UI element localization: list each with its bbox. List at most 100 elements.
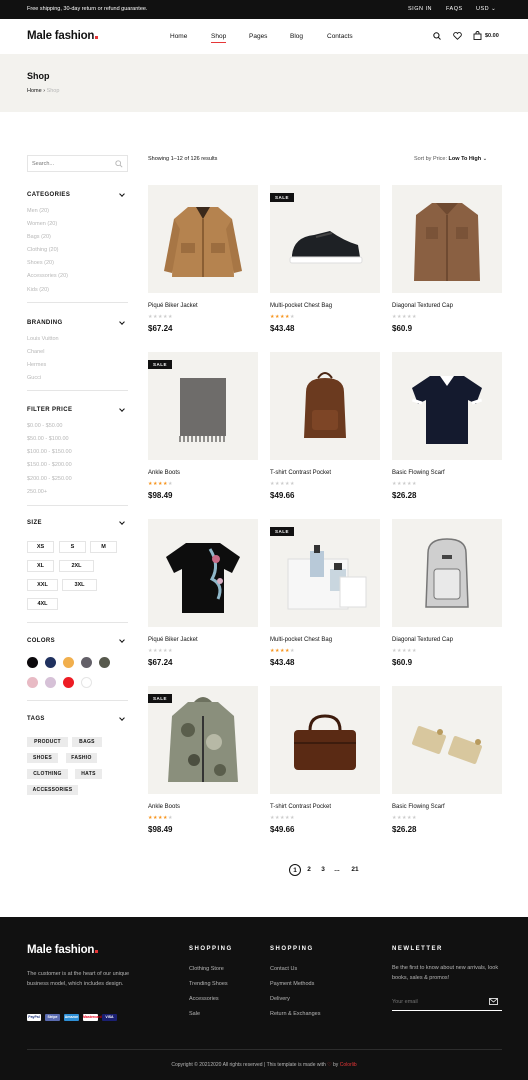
chevron-down-icon[interactable] [119, 406, 125, 412]
color-swatch[interactable] [27, 657, 38, 668]
chevron-down-icon[interactable] [119, 519, 125, 525]
color-swatch[interactable] [99, 657, 110, 668]
footer-logo[interactable]: Male fashion [27, 944, 99, 956]
page-link[interactable]: 2 [303, 864, 315, 876]
color-swatch[interactable] [63, 657, 74, 668]
newsletter-email-input[interactable] [392, 997, 482, 1007]
footer-link[interactable]: Clothing Store [189, 966, 224, 972]
product-image[interactable] [392, 519, 502, 627]
product-name[interactable]: Ankle Boots [148, 470, 180, 476]
page-link[interactable]: 21 [349, 864, 361, 876]
heart-icon[interactable] [453, 32, 462, 40]
currency-selector[interactable]: USD ⌄ [476, 6, 496, 12]
product-image[interactable] [392, 686, 502, 794]
tag-chip[interactable]: BAGS [72, 737, 102, 747]
size-option[interactable]: 2XL [59, 560, 94, 572]
product-image[interactable] [148, 519, 258, 627]
product-image[interactable]: SALE [270, 519, 380, 627]
price-range-item[interactable]: $200.00 - $250.00 [27, 476, 72, 482]
tag-chip[interactable]: HATS [75, 769, 102, 779]
price-range-item[interactable]: $50.00 - $100.00 [27, 436, 69, 442]
search-icon[interactable] [433, 32, 441, 40]
brand-item[interactable]: Gucci [27, 375, 41, 381]
chevron-down-icon[interactable] [119, 637, 125, 643]
chevron-down-icon[interactable] [119, 319, 125, 325]
size-option[interactable]: XXL [27, 579, 58, 591]
footer-link[interactable]: Payment Methods [270, 981, 314, 987]
tag-chip[interactable]: SHOES [27, 753, 58, 763]
product-name[interactable]: Diagonal Textured Cap [392, 637, 453, 643]
page-link[interactable]: 3 [317, 864, 329, 876]
product-name[interactable]: T-shirt Contrast Pocket [270, 804, 331, 810]
color-swatch[interactable] [81, 657, 92, 668]
chevron-down-icon[interactable] [119, 191, 125, 197]
price-range-item[interactable]: $150.00 - $200.00 [27, 462, 72, 468]
author-link[interactable]: Colorlib [340, 1062, 357, 1068]
category-item[interactable]: Men (20) [27, 208, 49, 214]
search-icon[interactable] [115, 160, 123, 168]
page-link-current[interactable]: 1 [289, 864, 301, 876]
price-range-item[interactable]: 250.00+ [27, 489, 47, 495]
branding-heading[interactable]: BRANDING [27, 320, 63, 326]
product-image[interactable] [392, 352, 502, 460]
footer-link[interactable]: Accessories [189, 996, 219, 1002]
categories-heading[interactable]: CATEGORIES [27, 192, 70, 198]
tags-heading[interactable]: TAGS [27, 716, 45, 722]
product-image[interactable] [148, 185, 258, 293]
product-name[interactable]: T-shirt Contrast Pocket [270, 470, 331, 476]
category-item[interactable]: Kids (20) [27, 287, 49, 293]
footer-link[interactable]: Contact Us [270, 966, 297, 972]
color-swatch[interactable] [81, 677, 92, 688]
nav-shop[interactable]: Shop [211, 33, 227, 43]
color-swatch[interactable] [45, 657, 56, 668]
footer-link[interactable]: Trending Shoes [189, 981, 228, 987]
nav-contacts[interactable]: Contacts [327, 33, 353, 40]
brand-item[interactable]: Louis Vuitton [27, 336, 59, 342]
color-swatch[interactable] [63, 677, 74, 688]
color-swatch[interactable] [27, 677, 38, 688]
colors-heading[interactable]: COLORS [27, 638, 55, 644]
sign-in-link[interactable]: SIGN IN [408, 6, 432, 12]
envelope-icon[interactable] [489, 998, 498, 1005]
product-image[interactable] [392, 185, 502, 293]
category-item[interactable]: Shoes (20) [27, 260, 54, 266]
product-name[interactable]: Multi-pocket Chest Bag [270, 637, 332, 643]
category-item[interactable]: Clothing (20) [27, 247, 59, 253]
product-name[interactable]: Piqué Biker Jacket [148, 637, 198, 643]
product-image[interactable] [270, 686, 380, 794]
nav-pages[interactable]: Pages [249, 33, 267, 40]
category-item[interactable]: Accessories (20) [27, 273, 68, 279]
sort-dropdown[interactable]: Sort by Price: Low To High ⌄ [414, 156, 487, 162]
tag-chip[interactable]: ACCESSORIES [27, 785, 78, 795]
footer-link[interactable]: Delivery [270, 996, 290, 1002]
nav-home[interactable]: Home [170, 33, 187, 40]
color-swatch[interactable] [45, 677, 56, 688]
category-item[interactable]: Bags (20) [27, 234, 51, 240]
size-heading[interactable]: SIZE [27, 520, 42, 526]
price-range-item[interactable]: $0.00 - $50.00 [27, 423, 62, 429]
size-option[interactable]: M [90, 541, 117, 553]
brand-item[interactable]: Chanel [27, 349, 44, 355]
product-name[interactable]: Piqué Biker Jacket [148, 303, 198, 309]
tag-chip[interactable]: PRODUCT [27, 737, 68, 747]
product-image[interactable]: SALE [148, 686, 258, 794]
footer-link[interactable]: Return & Exchanges [270, 1011, 320, 1017]
size-option[interactable]: S [59, 541, 86, 553]
faqs-link[interactable]: FAQS [446, 6, 463, 12]
brand-item[interactable]: Hermes [27, 362, 46, 368]
size-option[interactable]: 3XL [62, 579, 97, 591]
product-name[interactable]: Ankle Boots [148, 804, 180, 810]
site-logo[interactable]: Male fashion [27, 30, 99, 42]
product-image[interactable]: SALE [148, 352, 258, 460]
price-range-item[interactable]: $100.00 - $150.00 [27, 449, 72, 455]
nav-blog[interactable]: Blog [290, 33, 303, 40]
product-name[interactable]: Multi-pocket Chest Bag [270, 303, 332, 309]
chevron-down-icon[interactable] [119, 715, 125, 721]
footer-link[interactable]: Sale [189, 1011, 200, 1017]
tag-chip[interactable]: CLOTHING [27, 769, 68, 779]
shopping-bag-icon[interactable] [473, 31, 482, 40]
product-image[interactable]: SALE [270, 185, 380, 293]
tag-chip[interactable]: FASHIO [66, 753, 97, 763]
category-item[interactable]: Women (20) [27, 221, 57, 227]
search-input[interactable] [32, 159, 112, 169]
